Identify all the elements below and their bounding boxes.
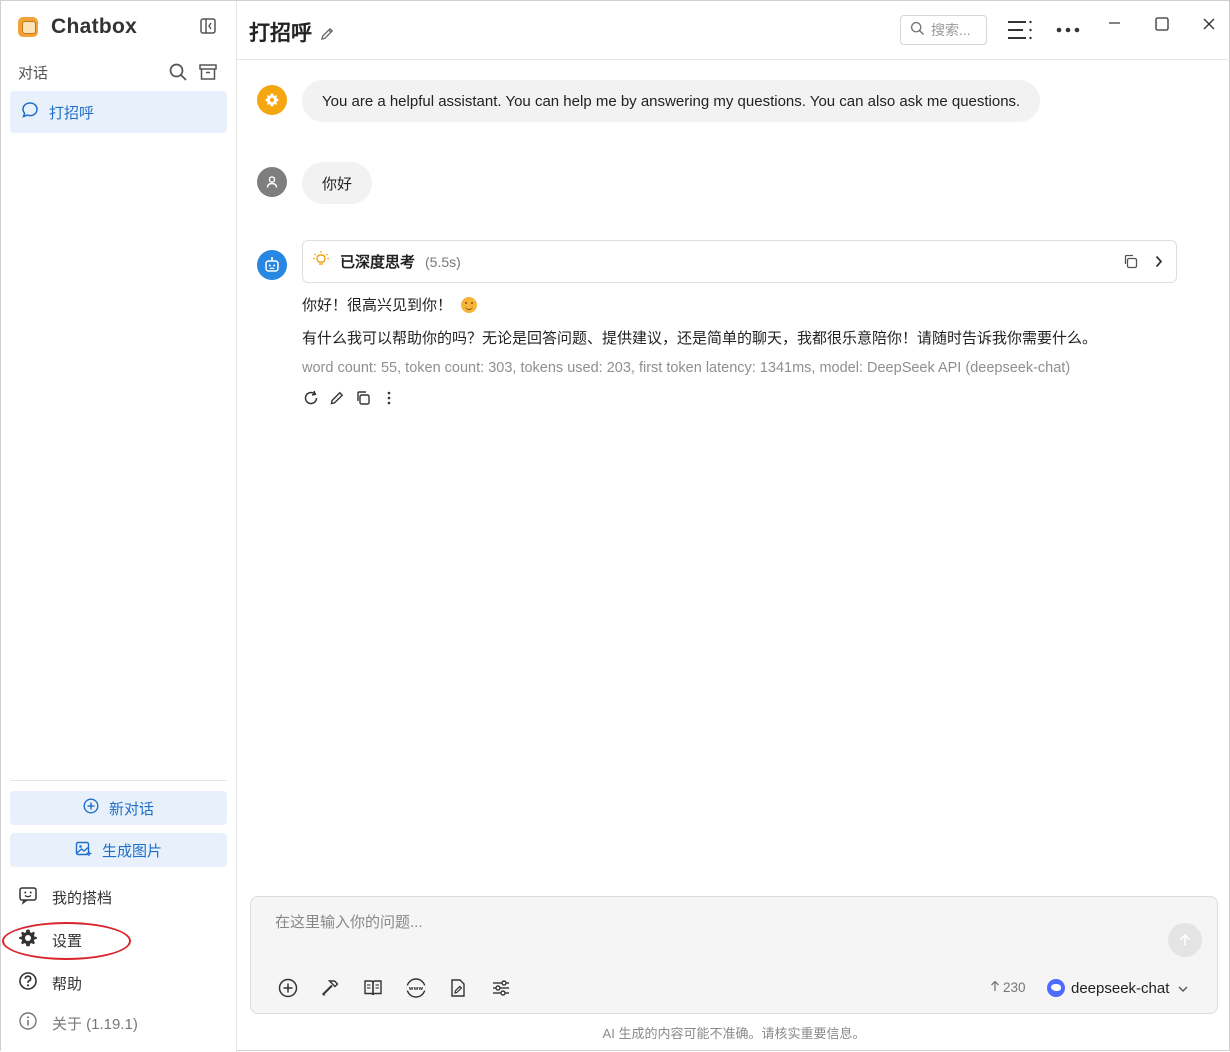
app-title: Chatbox	[18, 13, 137, 41]
new-chat-label: 新对话	[108, 800, 154, 818]
token-count-value: 230	[1003, 980, 1026, 995]
about-label: 关于 (1.19.1)	[52, 1015, 138, 1033]
partners-label: 我的搭档	[52, 889, 113, 907]
web-globe-icon[interactable]: www	[405, 977, 427, 999]
message-input[interactable]	[275, 914, 1125, 931]
message-input-box: www 230 deepseek-chat	[250, 896, 1218, 1014]
arrow-up-icon	[990, 980, 1000, 995]
chatbox-logo-icon	[18, 17, 38, 37]
disclaimer: AI 生成的内容可能不准确。请核实重要信息。	[602, 1026, 866, 1041]
minimize-icon[interactable]	[1106, 14, 1122, 30]
pencil-icon[interactable]	[328, 389, 346, 407]
help-circle-icon	[18, 971, 38, 995]
maximize-icon[interactable]	[1154, 16, 1170, 32]
bot-avatar-icon	[257, 250, 287, 280]
token-counter: 230	[990, 980, 1026, 995]
system-message: You are a helpful assistant. You can hel…	[302, 80, 1041, 122]
thinking-label: 已深度思考	[340, 254, 416, 271]
conversation-item[interactable]: 打招呼	[10, 91, 227, 133]
chat-bubble-icon	[21, 101, 39, 124]
archive-icon[interactable]	[198, 62, 218, 82]
chevron-down-icon	[1177, 982, 1189, 994]
hammer-icon[interactable]	[320, 977, 342, 999]
book-open-icon[interactable]	[362, 977, 384, 999]
svg-text:www: www	[408, 986, 423, 992]
generate-image-button[interactable]: 生成图片	[10, 833, 227, 867]
collapse-sidebar-icon[interactable]	[199, 17, 217, 35]
smiling-face-emoji-icon	[461, 296, 478, 313]
close-icon[interactable]	[1201, 16, 1217, 32]
sidebar-divider	[10, 780, 227, 781]
copy-icon[interactable]	[1122, 253, 1139, 270]
search-icon	[910, 21, 925, 39]
app-window: Chatbox 对话 打招呼 新对话 生成图片 我的搭档 设置 帮助 关于 (1…	[0, 0, 1230, 1052]
conversation-label: 打招呼	[49, 104, 95, 122]
assistant-reply-line: 你好！很高兴见到你！	[302, 294, 478, 315]
message-meta: word count: 55, token count: 303, tokens…	[302, 360, 1071, 376]
generate-image-label: 生成图片	[101, 842, 162, 860]
highlight-ellipse	[2, 922, 131, 960]
toc-list-icon[interactable]	[1007, 18, 1033, 42]
system-avatar-icon	[257, 85, 287, 115]
pencil-icon[interactable]	[319, 24, 335, 40]
sidebar-item-partners[interactable]: 我的搭档	[18, 885, 112, 909]
copy-icon[interactable]	[354, 389, 372, 407]
sliders-icon[interactable]	[490, 977, 512, 999]
search-button[interactable]: 搜索...	[900, 15, 987, 45]
send-button[interactable]	[1168, 923, 1202, 957]
chevron-right-icon[interactable]	[1150, 253, 1167, 270]
sidebar: Chatbox 对话 打招呼 新对话 生成图片 我的搭档 设置 帮助 关于 (1…	[1, 1, 237, 1052]
more-vertical-icon[interactable]	[380, 389, 398, 407]
app-name: Chatbox	[51, 15, 138, 38]
more-horizontal-icon[interactable]	[1056, 20, 1080, 40]
chat-header: 打招呼 搜索...	[237, 1, 1230, 60]
user-message: 你好	[302, 162, 373, 204]
sidebar-item-about[interactable]: 关于 (1.19.1)	[18, 1011, 138, 1035]
image-plus-icon	[75, 840, 92, 861]
lightbulb-icon	[312, 250, 330, 273]
user-avatar-icon	[257, 167, 287, 197]
plus-circle-icon	[83, 798, 99, 818]
model-selector[interactable]: deepseek-chat	[1047, 977, 1189, 999]
help-label: 帮助	[52, 975, 83, 993]
conversations-label: 对话	[18, 65, 49, 82]
chat-title: 打招呼	[249, 17, 335, 47]
refresh-icon[interactable]	[302, 389, 320, 407]
search-icon[interactable]	[168, 62, 188, 82]
assistant-reply-text: 有什么我可以帮助你的吗？无论是回答问题、提供建议，还是简单的聊天，我都很乐意陪你…	[302, 330, 1098, 347]
new-chat-button[interactable]: 新对话	[10, 791, 227, 825]
input-toolbar: www	[277, 977, 532, 999]
assistant-reply-text: 你好！很高兴见到你！	[302, 297, 453, 314]
file-edit-icon[interactable]	[447, 977, 469, 999]
model-name: deepseek-chat	[1071, 979, 1170, 997]
search-placeholder: 搜索...	[931, 22, 971, 38]
smile-chat-icon	[18, 885, 38, 909]
message-actions	[302, 389, 406, 407]
thinking-panel[interactable]: 已深度思考 (5.5s)	[302, 240, 1177, 283]
deepseek-logo-icon	[1047, 979, 1065, 997]
sidebar-item-help[interactable]: 帮助	[18, 971, 82, 995]
info-icon	[18, 1011, 38, 1035]
chat-title-text: 打招呼	[249, 22, 312, 45]
attach-plus-icon[interactable]	[277, 977, 299, 999]
main-panel: 打招呼 搜索... You are a helpful assistant. Y…	[237, 1, 1230, 1052]
thinking-time: (5.5s)	[425, 253, 461, 270]
